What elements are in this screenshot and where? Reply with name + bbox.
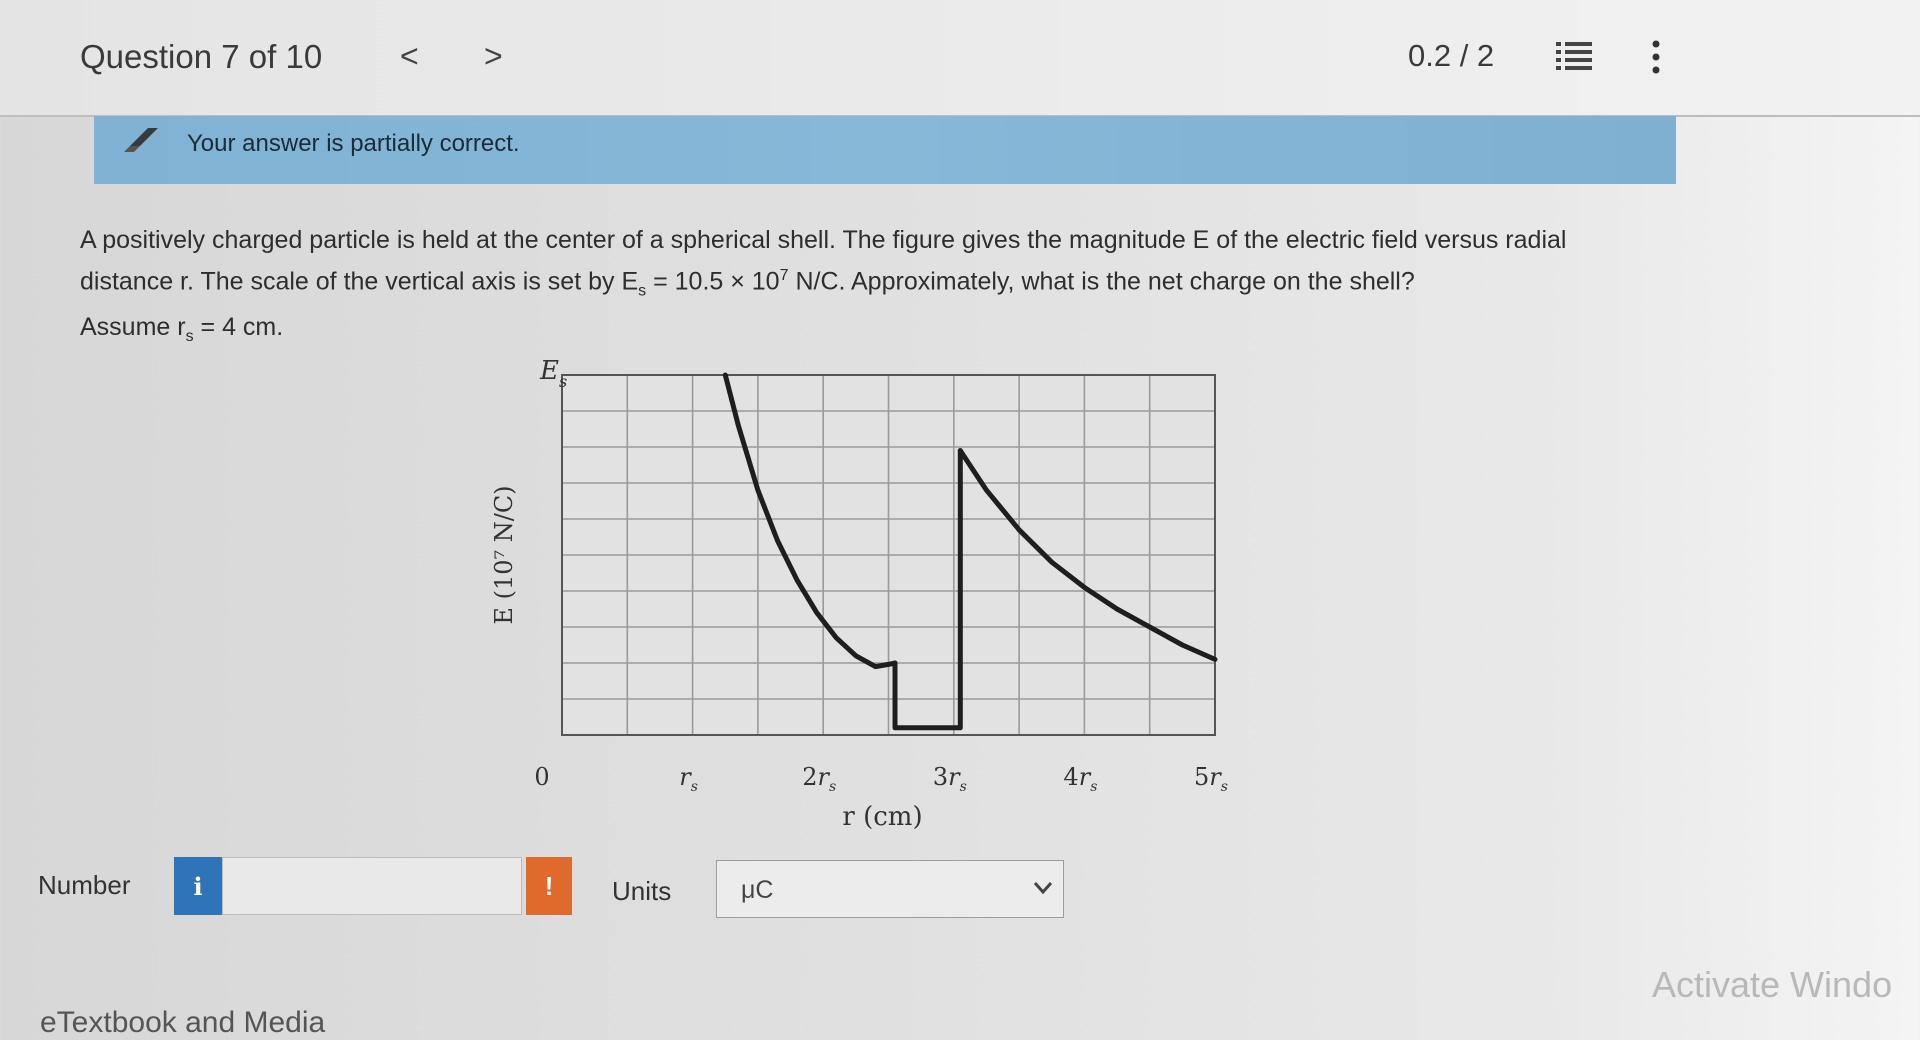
number-field-group: i ! bbox=[174, 857, 572, 915]
units-selected-value: μC bbox=[741, 876, 774, 904]
question-line-2: distance r. The scale of the vertical ax… bbox=[80, 267, 1415, 300]
number-input[interactable] bbox=[222, 857, 522, 915]
units-label: Units bbox=[612, 876, 672, 906]
question-list-icon[interactable] bbox=[1556, 40, 1592, 72]
units-select[interactable]: μC bbox=[716, 860, 1064, 918]
top-bar: Question 7 of 10 < > 0.2 / 2 bbox=[0, 0, 1920, 117]
x-tick-label: 4rs bbox=[1063, 763, 1097, 795]
question-line-1: A positively charged particle is held at… bbox=[80, 226, 1567, 254]
previous-question-button[interactable]: < bbox=[400, 38, 419, 75]
activation-watermark: Activate Windo bbox=[1652, 964, 1893, 1005]
info-button[interactable]: i bbox=[174, 857, 222, 915]
feedback-message: Your answer is partially correct. bbox=[187, 130, 520, 157]
origin-label: 0 bbox=[534, 763, 549, 791]
y-axis-label: E (10⁷ N/C) bbox=[490, 485, 518, 624]
question-text: A positively charged particle is held at… bbox=[80, 222, 1680, 355]
alert-icon: ! bbox=[526, 857, 572, 915]
x-tick-label: 3rs bbox=[933, 763, 967, 795]
more-options-icon[interactable] bbox=[1650, 40, 1662, 74]
pencil-icon bbox=[124, 128, 158, 152]
question-line-3: Assume rs = 4 cm. bbox=[80, 313, 284, 346]
x-tick-label: 5rs bbox=[1194, 763, 1228, 795]
feedback-banner: Your answer is partially correct. bbox=[94, 116, 1676, 184]
x-tick-label: 2rs bbox=[802, 763, 836, 795]
electric-field-chart: Es E (10⁷ N/C) 0 rs 2rs 3rs 4rs 5rs r (cm) bbox=[490, 356, 1228, 830]
x-axis-label: r (cm) bbox=[842, 802, 922, 830]
etextbook-link[interactable]: eTextbook and Media bbox=[40, 1006, 325, 1040]
question-counter: Question 7 of 10 bbox=[80, 38, 323, 75]
x-tick-label: rs bbox=[679, 763, 698, 795]
y-axis-top-label: Es bbox=[539, 356, 567, 391]
next-question-button[interactable]: > bbox=[484, 38, 503, 75]
score-display: 0.2 / 2 bbox=[1408, 38, 1495, 73]
number-label: Number bbox=[38, 870, 131, 900]
chevron-down-icon bbox=[1033, 882, 1053, 895]
